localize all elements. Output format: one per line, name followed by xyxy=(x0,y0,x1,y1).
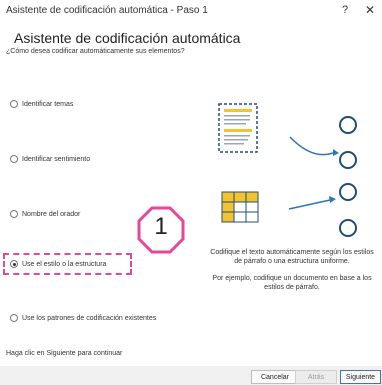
option-speaker-name[interactable]: Nombre del orador xyxy=(10,207,80,221)
window-title: Asistente de codificación automática - P… xyxy=(6,5,208,16)
circle-node-icon xyxy=(339,116,357,134)
arrow-right-icon xyxy=(288,196,336,210)
table-grid-icon xyxy=(221,191,259,223)
option-label: Nombre del orador xyxy=(22,210,81,218)
radio-existing-patterns[interactable] xyxy=(10,314,18,322)
footer-instruction: Haga clic en Siguiente para continuar xyxy=(6,350,123,357)
next-button[interactable]: Siguiente xyxy=(340,370,381,384)
dialog-heading: Asistente de codificación automática xyxy=(14,30,241,46)
option-label: Use los patrones de codificación existen… xyxy=(22,314,157,322)
radio-speaker-name[interactable] xyxy=(10,210,18,218)
circle-node-icon xyxy=(339,151,357,169)
help-icon[interactable]: ? xyxy=(342,4,348,16)
dialog-question: ¿Cómo desea codificar automáticamente su… xyxy=(6,48,185,55)
illustration xyxy=(200,92,380,252)
cancel-button[interactable]: Cancelar xyxy=(251,370,299,384)
circle-node-icon xyxy=(339,219,357,237)
option-description: Codifique el texto automáticamente según… xyxy=(210,249,374,265)
callout-number: 1 xyxy=(154,213,168,240)
option-example: Por ejemplo, codifique un documento en b… xyxy=(212,275,372,291)
step-callout-badge: 1 xyxy=(137,206,185,254)
option-identify-sentiment[interactable]: Identificar sentimiento xyxy=(10,152,90,166)
option-existing-patterns[interactable]: Use los patrones de codificación existen… xyxy=(10,311,156,325)
title-bar: Asistente de codificación automática - P… xyxy=(0,0,382,24)
close-icon[interactable]: ✕ xyxy=(365,3,375,17)
document-icon xyxy=(218,103,258,153)
circle-node-icon xyxy=(339,183,357,201)
radio-identify-themes[interactable] xyxy=(10,100,18,108)
option-identify-themes[interactable]: Identificar temas xyxy=(10,97,73,111)
option-label: Identificar sentimiento xyxy=(22,155,91,163)
back-button[interactable]: Atrás xyxy=(295,370,337,384)
selection-highlight xyxy=(3,253,132,275)
radio-identify-sentiment[interactable] xyxy=(10,155,18,163)
option-label: Identificar temas xyxy=(22,100,74,108)
auto-code-wizard-window: Asistente de codificación automática - P… xyxy=(0,0,382,385)
arrow-right-icon xyxy=(289,136,339,156)
